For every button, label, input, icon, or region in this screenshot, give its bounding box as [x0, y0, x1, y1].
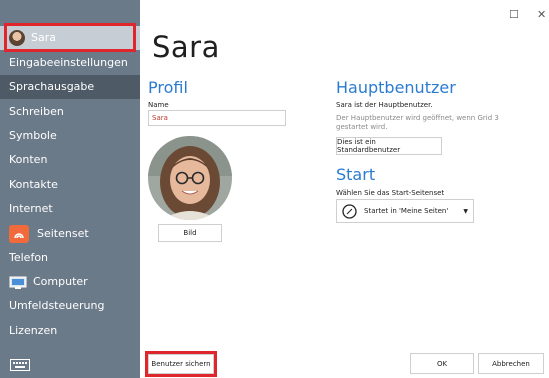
sidebar-item-label: Computer [33, 275, 88, 288]
sidebar-item-label: Sprachausgabe [9, 80, 95, 93]
sidebar-item-eingabeeinstellungen[interactable]: Eingabeeinstellungen [0, 51, 140, 75]
main-user-info: Der Hauptbenutzer wird geöffnet, wenn Gr… [336, 114, 499, 131]
sidebar-item-user[interactable]: Sara [0, 26, 140, 50]
sidebar-item-label: Eingabeeinstellungen [9, 56, 128, 69]
main-user-status: Sara ist der Hauptbenutzer. [336, 101, 433, 109]
start-pageset-dropdown[interactable]: Startet in 'Meine Seiten' ▼ [336, 199, 474, 223]
profile-picture [148, 136, 232, 220]
start-pageset-value: Startet in 'Meine Seiten' [364, 207, 449, 215]
sidebar-item-lizenzen[interactable]: Lizenzen [0, 319, 140, 343]
ok-button[interactable]: OK [410, 353, 474, 374]
page-title: Sara [152, 30, 220, 64]
sidebar-item-label: Konten [9, 153, 48, 166]
sidebar-item-label: Internet [9, 202, 53, 215]
keyboard-icon[interactable] [10, 356, 30, 371]
maximize-icon[interactable]: ☐ [509, 8, 519, 21]
sidebar-item-internet[interactable]: Internet [0, 197, 140, 221]
picture-button[interactable]: Bild [158, 224, 222, 242]
seitenset-icon [9, 225, 29, 243]
main-user-heading: Hauptbenutzer [336, 78, 456, 97]
sidebar-user-label: Sara [31, 31, 56, 44]
sidebar-item-label: Lizenzen [9, 324, 58, 337]
save-user-button[interactable]: Benutzer sichern [148, 354, 214, 374]
profile-heading: Profil [148, 78, 188, 97]
sidebar-item-computer[interactable]: Computer [0, 270, 140, 294]
sidebar-item-symbole[interactable]: Symbole [0, 124, 140, 148]
sidebar-item-label: Seitenset [37, 227, 89, 240]
start-label: Wählen Sie das Start-Seitenset [336, 189, 445, 197]
name-label: Name [148, 101, 169, 109]
sidebar-item-label: Schreiben [9, 105, 64, 118]
compass-icon [342, 203, 357, 219]
sidebar-item-telefon[interactable]: Telefon [0, 246, 140, 270]
sidebar-item-kontakte[interactable]: Kontakte [0, 173, 140, 197]
sidebar-item-label: Kontakte [9, 178, 58, 191]
standard-user-button[interactable]: Dies ist ein Standardbenutzer [336, 137, 442, 155]
sidebar-item-label: Telefon [9, 251, 49, 264]
close-icon[interactable]: ✕ [537, 8, 546, 21]
cancel-button[interactable]: Abbrechen [478, 353, 544, 374]
sidebar: Sara Eingabeeinstellungen Sprachausgabe … [0, 0, 140, 378]
sidebar-item-label: Symbole [9, 129, 57, 142]
sidebar-item-schreiben[interactable]: Schreiben [0, 100, 140, 124]
name-field[interactable]: Sara [148, 110, 286, 126]
sidebar-item-konten[interactable]: Konten [0, 148, 140, 172]
computer-icon [9, 275, 27, 289]
sidebar-item-sprachausgabe[interactable]: Sprachausgabe [0, 75, 140, 99]
sidebar-item-label: Umfeldsteuerung [9, 299, 105, 312]
user-avatar-icon [9, 30, 25, 46]
sidebar-item-umfeldsteuerung[interactable]: Umfeldsteuerung [0, 294, 140, 318]
start-heading: Start [336, 165, 376, 184]
chevron-down-icon: ▼ [463, 207, 468, 215]
sidebar-item-seitenset[interactable]: Seitenset [0, 222, 140, 246]
